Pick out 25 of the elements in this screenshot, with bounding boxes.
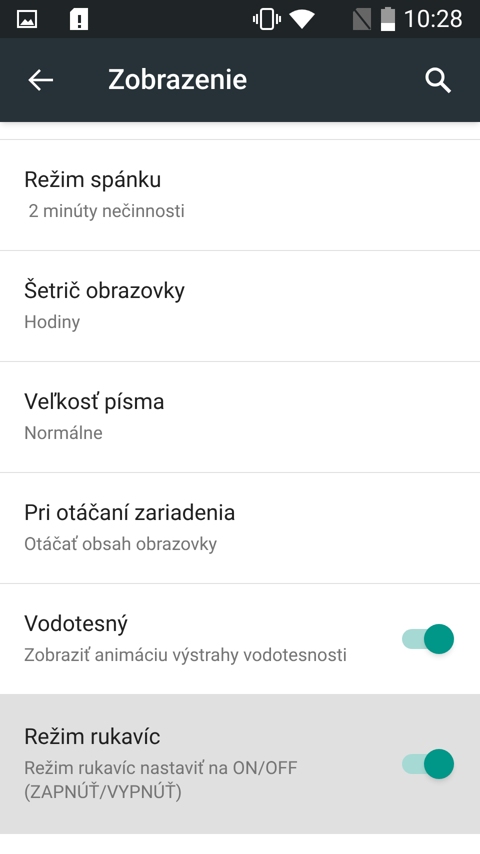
item-summary: Zobraziť animáciu výstrahy vodotesnosti bbox=[24, 644, 348, 668]
item-title: Režim spánku bbox=[24, 167, 162, 195]
item-title: Režim rukavíc bbox=[24, 724, 162, 752]
clock: 10:28 bbox=[403, 4, 463, 35]
toggle-switch[interactable] bbox=[400, 748, 456, 780]
item-title: Pri otáčaní zariadenia bbox=[24, 500, 237, 528]
item-summary: Otáčať obsah obrazovky bbox=[24, 533, 218, 557]
item-title: Šetrič obrazovky bbox=[24, 277, 186, 306]
item-summary: 2 minúty nečinnosti bbox=[27, 200, 186, 224]
search-icon[interactable] bbox=[424, 66, 452, 94]
settings-item[interactable]: Režim rukavíc Režim rukavíc nastaviť na ON/OFF (ZAPNÚŤ/VYPNÚŤ) bbox=[0, 695, 480, 834]
toggle-switch[interactable] bbox=[400, 623, 456, 655]
back-arrow-icon[interactable] bbox=[28, 68, 54, 92]
item-title: Vodotesný bbox=[24, 611, 129, 639]
item-summary: Hodiny bbox=[24, 311, 82, 335]
vibrate-icon bbox=[253, 8, 282, 30]
screen-title: Zobrazenie bbox=[108, 62, 248, 98]
wifi-icon bbox=[289, 9, 316, 29]
no-sim-icon bbox=[353, 8, 372, 30]
sd-card-icon bbox=[70, 8, 88, 30]
image-icon bbox=[17, 10, 37, 28]
item-summary: Normálne bbox=[24, 422, 104, 446]
item-title: Veľkosť písma bbox=[24, 389, 166, 417]
item-summary: Režim rukavíc nastaviť na ON/OFF (ZAPNÚŤ/VYPNÚŤ) bbox=[24, 757, 299, 805]
battery-icon bbox=[381, 7, 396, 31]
